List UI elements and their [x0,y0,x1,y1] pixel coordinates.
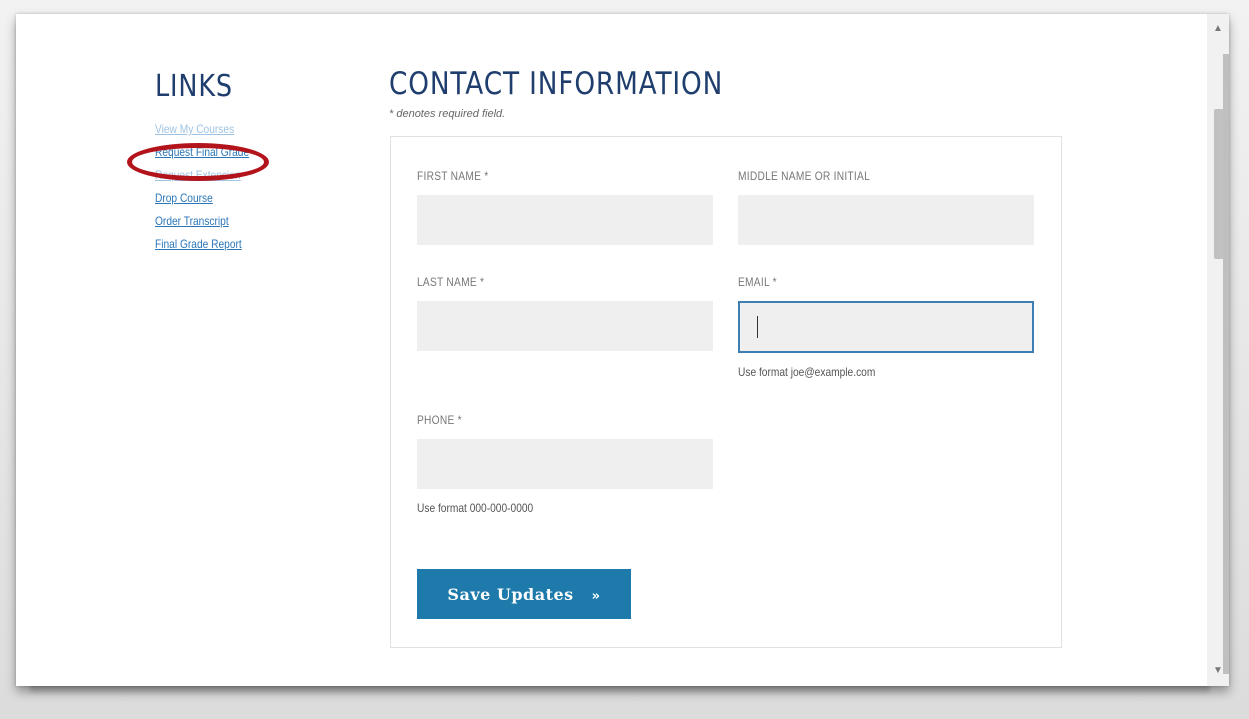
email-label: EMAIL * [738,275,777,289]
save-updates-label: Save Updates [447,584,574,604]
sidebar-title: LINKS [155,69,233,104]
middle-name-label: MIDDLE NAME OR INITIAL [738,169,871,183]
scroll-down-icon[interactable]: ▼ [1207,662,1229,680]
links-sidebar: LINKS View My Courses Request Final Grad… [155,69,355,258]
sidebar-item-final-grade-report: Final Grade Report [155,235,355,252]
link-request-final-grade[interactable]: Request Final Grade [155,144,249,161]
double-chevron-right-icon: » [591,588,601,604]
email-input[interactable] [738,301,1034,353]
save-updates-button[interactable]: Save Updates » [417,569,631,619]
last-name-input[interactable] [417,301,713,351]
text-caret [757,316,758,338]
phone-format-hint: Use format 000-000-0000 [417,501,534,515]
first-name-label: FIRST NAME * [417,169,489,183]
link-request-extension[interactable]: Request Extension [155,167,241,184]
vertical-scrollbar[interactable]: ▲ ▼ [1207,14,1229,686]
browser-window: LINKS View My Courses Request Final Grad… [16,14,1229,686]
page-title: CONTACT INFORMATION [389,66,724,102]
phone-label: PHONE * [417,413,462,427]
required-field-note: * denotes required field. [389,108,506,120]
link-order-transcript[interactable]: Order Transcript [155,213,229,230]
sidebar-item-request-extension: Request Extension [155,166,355,183]
sidebar-item-order-transcript: Order Transcript [155,212,355,229]
screenshot-frame: LINKS View My Courses Request Final Grad… [0,0,1249,719]
link-drop-course[interactable]: Drop Course [155,190,213,207]
contact-information-section: CONTACT INFORMATION * denotes required f… [389,66,1069,648]
scroll-up-icon[interactable]: ▲ [1207,20,1229,38]
sidebar-item-drop-course: Drop Course [155,189,355,206]
phone-input[interactable] [417,439,713,489]
sidebar-item-request-final-grade: Request Final Grade [155,143,355,160]
last-name-label: LAST NAME * [417,275,485,289]
scrollbar-track-shadow [1223,54,1229,674]
first-name-input[interactable] [417,195,713,245]
middle-name-input[interactable] [738,195,1034,245]
email-format-hint: Use format joe@example.com [738,365,876,379]
link-final-grade-report[interactable]: Final Grade Report [155,236,242,253]
sidebar-link-list: View My Courses Request Final Grade Requ… [155,120,355,252]
contact-form: FIRST NAME * MIDDLE NAME OR INITIAL LAST… [390,136,1062,648]
link-view-my-courses[interactable]: View My Courses [155,121,234,138]
sidebar-item-view-my-courses: View My Courses [155,120,355,137]
